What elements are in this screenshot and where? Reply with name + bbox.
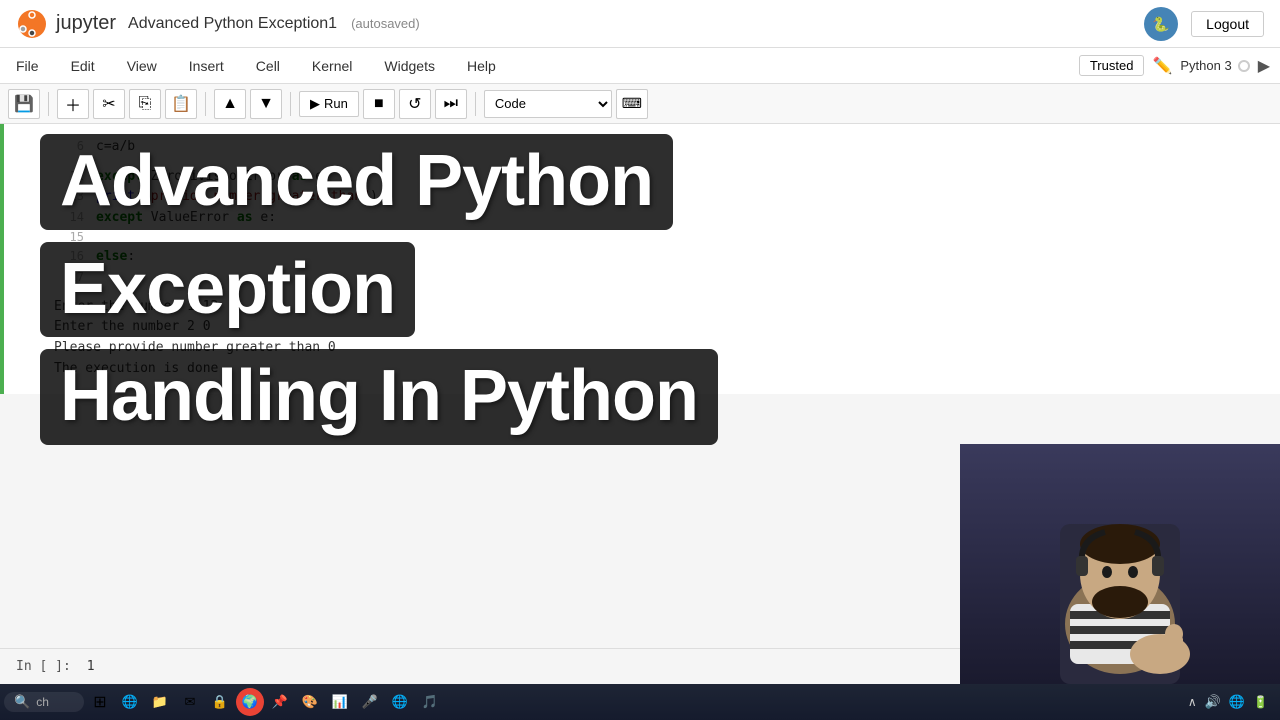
- kernel-status-circle: [1238, 60, 1250, 72]
- separator-2: [205, 92, 206, 116]
- paste-cell-button[interactable]: 📋: [165, 89, 197, 119]
- taskbar-chrome-icon[interactable]: 🌍: [236, 688, 264, 716]
- bottom-cell-area: In [ ]: 1: [0, 648, 960, 684]
- taskbar-right-area: ∧ 🔊 🌐 🔋: [1188, 694, 1276, 710]
- restart-run-button[interactable]: ⏭: [435, 89, 467, 119]
- separator-4: [475, 92, 476, 116]
- svg-text:🐍: 🐍: [1152, 16, 1169, 33]
- taskbar-security-icon[interactable]: 🔒: [206, 688, 234, 716]
- search-icon: 🔍: [14, 694, 30, 710]
- trusted-button[interactable]: Trusted: [1079, 55, 1145, 76]
- code-line-17: 17: [54, 268, 1264, 286]
- restart-button[interactable]: ↺: [399, 89, 431, 119]
- taskbar-explorer-icon[interactable]: 📁: [146, 688, 174, 716]
- menu-widgets[interactable]: Widgets: [378, 54, 441, 78]
- code-cell[interactable]: 6 c=a/b 12 except ZeroDivisionError as e…: [0, 124, 1280, 394]
- taskbar-volume-icon[interactable]: 🔊: [1205, 694, 1221, 710]
- code-line-12: 12 except ZeroDivisionError as e:: [54, 167, 1264, 187]
- trusted-area: Trusted ✏️ Python 3 ▶: [1079, 55, 1270, 76]
- separator-1: [48, 92, 49, 116]
- output-area: Enter the number 1 12 Enter the number 2…: [4, 291, 1280, 386]
- taskbar-art-icon[interactable]: 🎨: [296, 688, 324, 716]
- keyboard-shortcuts-button[interactable]: ⌨: [616, 89, 648, 119]
- logout-button[interactable]: Logout: [1191, 11, 1264, 37]
- notebook-title: Advanced Python Exception1: [128, 15, 337, 33]
- jupyter-logo-icon: [16, 8, 48, 40]
- taskbar-browser2-icon[interactable]: 🌐: [386, 688, 414, 716]
- code-line-14: 14 except ValueError as e:: [54, 208, 1264, 228]
- taskbar-edge-icon[interactable]: 🌐: [116, 688, 144, 716]
- python-logo-icon: 🐍: [1143, 6, 1179, 42]
- run-icon: ▶: [310, 96, 320, 112]
- cut-cell-button[interactable]: ✂: [93, 89, 125, 119]
- jupyter-wordmark: jupyter: [56, 12, 116, 35]
- taskbar-windows-icon[interactable]: ⊞: [86, 688, 114, 716]
- taskbar-search[interactable]: 🔍 ch: [4, 692, 84, 712]
- logo-area: jupyter Advanced Python Exception1 (auto…: [16, 8, 420, 40]
- menu-view[interactable]: View: [121, 54, 163, 78]
- save-button[interactable]: 💾: [8, 89, 40, 119]
- code-line-13: 13 print("provide number greater than"): [54, 187, 1264, 207]
- taskbar-network-icon[interactable]: 🌐: [1229, 694, 1245, 710]
- pencil-icon: ✏️: [1152, 56, 1172, 76]
- taskbar-music-icon[interactable]: 🎵: [416, 688, 444, 716]
- taskbar-ppt-icon[interactable]: 📊: [326, 688, 354, 716]
- output-line-4: The execution is done: [54, 359, 1264, 380]
- output-line-3: Please provide number greater than 0: [54, 338, 1264, 359]
- person-silhouette: [960, 444, 1280, 684]
- taskbar-expand-icon[interactable]: ∧: [1188, 695, 1197, 709]
- menu-cell[interactable]: Cell: [250, 54, 286, 78]
- taskbar-mic-icon[interactable]: 🎤: [356, 688, 384, 716]
- notebook-area: 6 c=a/b 12 except ZeroDivisionError as e…: [0, 124, 1280, 684]
- taskbar-pin-icon[interactable]: 📌: [266, 688, 294, 716]
- code-line-6: 6 c=a/b: [54, 137, 1264, 157]
- code-area: 6 c=a/b 12 except ZeroDivisionError as e…: [4, 132, 1280, 291]
- menu-file[interactable]: File: [10, 54, 45, 78]
- cell-type-select[interactable]: Code Markdown Raw NBConvert Heading: [484, 90, 612, 118]
- cell-input-value: 1: [87, 659, 95, 674]
- kernel-indicator: Python 3: [1180, 58, 1249, 73]
- code-line-16: 16 else:: [54, 247, 1264, 267]
- menu-insert[interactable]: Insert: [183, 54, 230, 78]
- menu-kernel[interactable]: Kernel: [306, 54, 358, 78]
- copy-cell-button[interactable]: ⎘: [129, 89, 161, 119]
- autosaved-label: (autosaved): [351, 16, 420, 31]
- search-text: ch: [36, 695, 49, 709]
- move-up-button[interactable]: ▲: [214, 89, 246, 119]
- output-line-1: Enter the number 1 12: [54, 297, 1264, 318]
- stop-button[interactable]: ■: [363, 89, 395, 119]
- menu-edit[interactable]: Edit: [65, 54, 101, 78]
- taskbar-mail-icon[interactable]: ✉: [176, 688, 204, 716]
- cell-input-indicator: In [ ]:: [16, 659, 71, 674]
- output-line-2: Enter the number 2 0: [54, 317, 1264, 338]
- menu-help[interactable]: Help: [461, 54, 502, 78]
- code-line-15: 15: [54, 228, 1264, 246]
- top-bar: jupyter Advanced Python Exception1 (auto…: [0, 0, 1280, 48]
- webcam-overlay: [960, 444, 1280, 684]
- expand-icon: ▶: [1258, 56, 1270, 76]
- menu-bar: File Edit View Insert Cell Kernel Widget…: [0, 48, 1280, 84]
- toolbar: 💾 ＋ ✂ ⎘ 📋 ▲ ▼ ▶ Run ■ ↺ ⏭ Code Markdown …: [0, 84, 1280, 124]
- run-button[interactable]: ▶ Run: [299, 91, 359, 117]
- windows-taskbar: 🔍 ch ⊞ 🌐 📁 ✉ 🔒 🌍 📌 🎨 📊 🎤 🌐 🎵 ∧ 🔊 🌐 🔋: [0, 684, 1280, 720]
- top-right-area: 🐍 Logout: [1143, 6, 1264, 42]
- separator-3: [290, 92, 291, 116]
- move-down-button[interactable]: ▼: [250, 89, 282, 119]
- add-cell-button[interactable]: ＋: [57, 89, 89, 119]
- taskbar-battery-icon[interactable]: 🔋: [1253, 695, 1268, 709]
